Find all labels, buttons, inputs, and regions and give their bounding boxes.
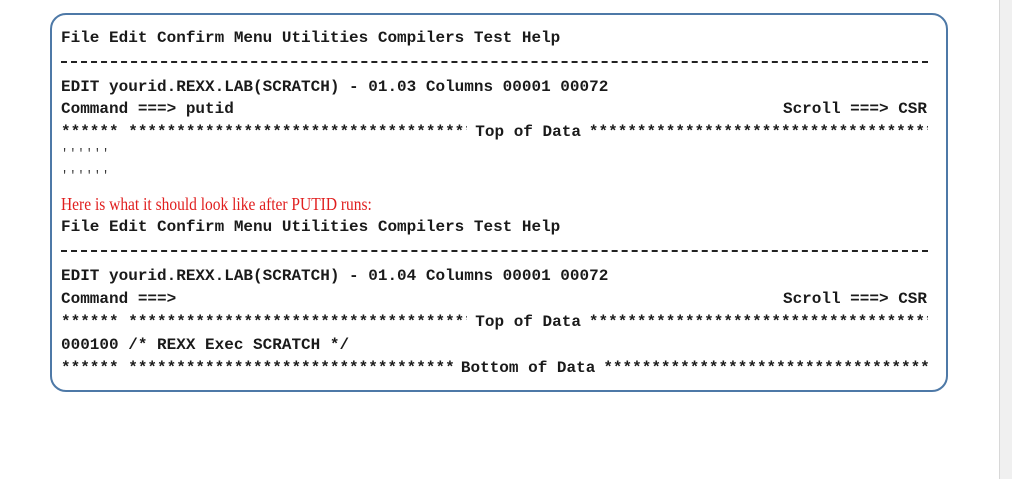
stars-fill: ****************************************… <box>603 359 928 377</box>
top-of-data-label: Top of Data <box>475 313 581 331</box>
blank-line-1: '''''' <box>61 147 111 161</box>
edit-title-before: EDIT yourid.REXX.LAB(SCRATCH) - 01.03 Co… <box>61 78 609 96</box>
edit-title-after: EDIT yourid.REXX.LAB(SCRATCH) - 01.04 Co… <box>61 267 609 285</box>
menu-bar-after: File Edit Confirm Menu Utilities Compile… <box>61 218 561 236</box>
command-line-before[interactable]: Command ===> putid <box>61 98 234 120</box>
page: File Edit Confirm Menu Utilities Compile… <box>0 0 1012 479</box>
separator-after <box>61 250 928 252</box>
top-of-data-label: Top of Data <box>475 123 581 141</box>
top-of-data-before: ****** *********************************… <box>61 121 928 143</box>
top-of-data-after: ****** *********************************… <box>61 311 928 333</box>
scroll-setting-before: Scroll ===> CSR <box>782 100 927 118</box>
command-line-after[interactable]: Command ===> <box>61 288 176 310</box>
scroll-setting-after: Scroll ===> CSR <box>782 290 927 308</box>
bottom-of-data-label: Bottom of Data <box>460 359 596 377</box>
stars-fill: ****************************************… <box>128 359 453 377</box>
separator-before <box>61 61 928 63</box>
line-marker: ****** <box>61 123 119 141</box>
stars-fill: ****************************************… <box>588 313 928 331</box>
menu-bar-before: File Edit Confirm Menu Utilities Compile… <box>61 29 561 47</box>
stars-fill: ****************************************… <box>588 123 928 141</box>
stars-fill: ****************************************… <box>128 313 467 331</box>
line-marker: ****** <box>61 313 119 331</box>
instruction-note: Here is what it should look like after P… <box>61 194 372 214</box>
bottom-of-data: ****** *********************************… <box>61 357 928 379</box>
right-scroll-margin <box>999 0 1012 479</box>
stars-fill: ****************************************… <box>128 123 467 141</box>
data-line: 000100 /* REXX Exec SCRATCH */ <box>61 336 350 354</box>
blank-line-2: '''''' <box>61 169 111 183</box>
line-marker: ****** <box>61 359 119 377</box>
